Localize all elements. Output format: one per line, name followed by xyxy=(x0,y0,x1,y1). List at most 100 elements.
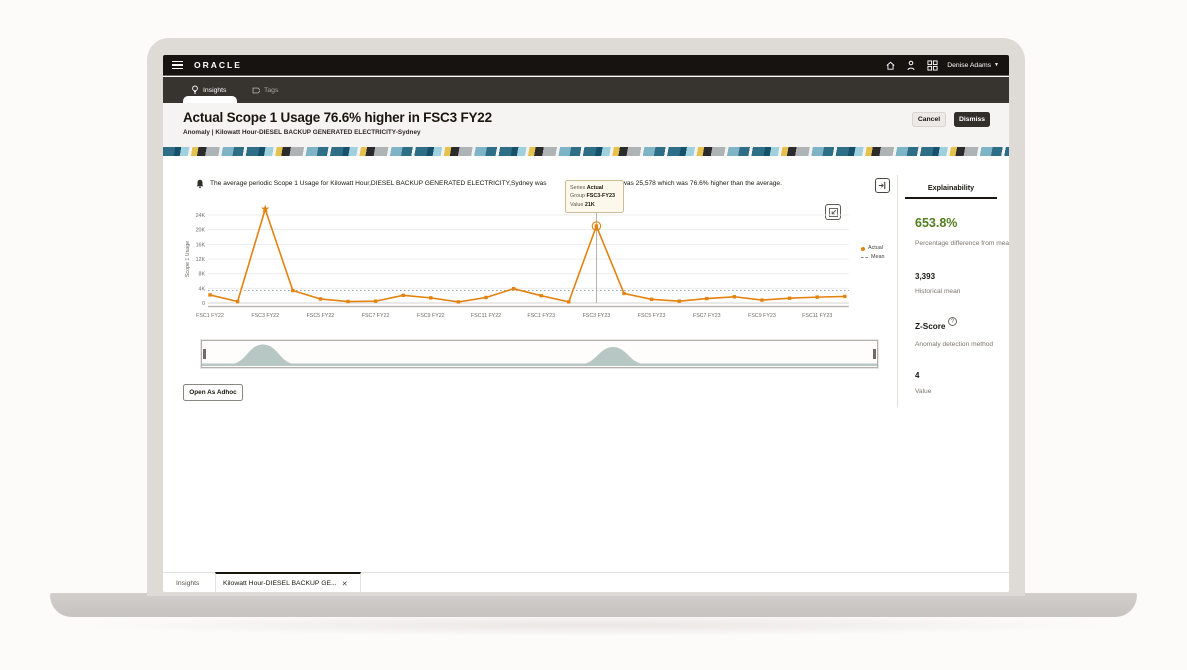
appnav-icon[interactable] xyxy=(926,59,938,71)
x-tick-label: FSC7 FY22 xyxy=(362,313,390,319)
footer-tab-insights[interactable]: Insights xyxy=(172,573,203,592)
data-point-marker[interactable] xyxy=(705,297,708,300)
metric-percentage-diff: 653.8% xyxy=(915,216,957,230)
legend-mean-marker xyxy=(861,257,868,258)
y-tick-label: 24K xyxy=(196,213,206,219)
data-point-marker[interactable] xyxy=(540,294,543,297)
data-point-marker[interactable] xyxy=(567,300,570,303)
menu-icon[interactable] xyxy=(172,61,183,69)
open-as-adhoc-button[interactable]: Open As Adhoc xyxy=(183,384,243,401)
legend-actual-label: Actual xyxy=(868,244,883,253)
legend-item-actual[interactable]: Actual xyxy=(861,244,885,253)
user-name: Denise Adams xyxy=(947,62,991,69)
footer-tab-active-label: Kilowatt Hour-DIESEL BACKUP GE... xyxy=(223,580,337,587)
laptop-shadow xyxy=(70,614,1117,636)
x-tick-label: FSC1 FY22 xyxy=(196,313,224,319)
footer-tab-active[interactable]: Kilowatt Hour-DIESEL BACKUP GE... ✕ xyxy=(215,572,361,592)
decorative-banner xyxy=(163,147,1009,156)
y-tick-label: 16K xyxy=(196,242,206,248)
x-tick-label: FSC3 FY22 xyxy=(251,313,279,319)
data-point-marker[interactable] xyxy=(457,300,460,303)
laptop-bezel: ORACLE Denise Adams ▼ xyxy=(147,38,1025,596)
x-tick-label: FSC9 FY23 xyxy=(748,313,776,319)
data-point-marker[interactable] xyxy=(650,298,653,301)
data-point-marker[interactable] xyxy=(788,297,791,300)
metric-value-label: Value xyxy=(915,388,931,395)
tab-insights[interactable]: Insights xyxy=(191,77,226,103)
assistant-icon[interactable] xyxy=(905,59,917,71)
top-app-bar: ORACLE Denise Adams ▼ xyxy=(163,55,1009,76)
insight-header: Actual Scope 1 Usage 76.6% higher in FSC… xyxy=(163,103,1009,147)
chart-tooltip: Series Actual Group FSC3-FY23 Value 21K xyxy=(565,180,624,213)
cancel-button[interactable]: Cancel xyxy=(912,112,946,127)
tab-tags-label: Tags xyxy=(264,87,278,94)
app-screen: ORACLE Denise Adams ▼ xyxy=(163,55,1009,592)
data-point-marker[interactable] xyxy=(816,295,819,298)
data-point-marker[interactable] xyxy=(291,289,294,292)
help-icon[interactable]: ? xyxy=(948,317,957,326)
data-point-marker[interactable] xyxy=(374,299,377,302)
tab-explainability[interactable]: Explainability xyxy=(905,183,997,192)
slider-handle-left[interactable] xyxy=(203,349,206,359)
y-tick-label: 20K xyxy=(196,228,206,234)
slider-handle-right[interactable] xyxy=(873,349,876,359)
description-right: Y22 was 25,578 which was 76.6% higher th… xyxy=(609,180,782,187)
tab-tags[interactable]: Tags xyxy=(251,77,278,103)
time-range-slider[interactable] xyxy=(201,340,878,368)
data-point-marker[interactable] xyxy=(678,299,681,302)
main-content: The average periodic Scope 1 Usage for K… xyxy=(163,156,1009,572)
x-tick-label: FSC7 FY23 xyxy=(693,313,721,319)
nav-tab-bar: Insights Tags xyxy=(163,77,1009,103)
data-point-marker[interactable] xyxy=(346,300,349,303)
tooltip-group-label: Group xyxy=(570,193,585,199)
tags-icon xyxy=(251,86,260,95)
data-point-marker[interactable] xyxy=(429,296,432,299)
x-tick-label: FSC5 FY23 xyxy=(638,313,666,319)
slider-overview-shape xyxy=(202,341,877,367)
y-axis-title: Scope 1 Usage xyxy=(185,241,191,277)
data-point-marker[interactable] xyxy=(760,298,763,301)
metric-historical-mean: 3,393 xyxy=(915,272,935,281)
data-point-marker[interactable] xyxy=(843,295,846,298)
x-tick-label: FSC9 FY22 xyxy=(417,313,445,319)
y-tick-label: 4K xyxy=(199,286,206,292)
dismiss-button[interactable]: Dismiss xyxy=(954,112,990,127)
legend-item-mean[interactable]: Mean xyxy=(861,253,885,262)
data-point-marker[interactable] xyxy=(622,292,625,295)
anomaly-star-marker[interactable]: ★ xyxy=(260,204,270,216)
y-tick-label: 8K xyxy=(199,272,206,278)
metric-percentage-diff-label: Percentage difference from mean xyxy=(915,240,1009,247)
chart-legend: Actual Mean xyxy=(861,244,885,262)
panel-divider xyxy=(897,175,898,407)
explainability-tab-underline xyxy=(905,197,997,199)
user-menu[interactable]: Denise Adams ▼ xyxy=(947,62,999,69)
y-tick-label: 0 xyxy=(202,301,205,307)
x-tick-label: FSC5 FY22 xyxy=(307,313,335,319)
laptop-base xyxy=(50,593,1137,617)
usage-chart[interactable]: 0 4K 8K 12K 16K 20K 24K Scope 1 Usage ★ FSC1 FY22… xyxy=(163,195,853,325)
y-tick-label: 12K xyxy=(196,257,206,263)
description-left: The average periodic Scope 1 Usage for K… xyxy=(210,180,547,187)
tooltip-series-label: Series xyxy=(570,185,585,191)
data-point-marker[interactable] xyxy=(595,224,598,227)
data-point-marker[interactable] xyxy=(402,294,405,297)
oracle-logo: ORACLE xyxy=(194,60,242,70)
data-point-marker[interactable] xyxy=(733,295,736,298)
footer-tab-bar: Insights Kilowatt Hour-DIESEL BACKUP GE.… xyxy=(163,572,1009,592)
insight-description: The average periodic Scope 1 Usage for K… xyxy=(196,180,856,189)
data-point-marker[interactable] xyxy=(484,296,487,299)
close-icon[interactable]: ✕ xyxy=(342,580,348,588)
page-title: Actual Scope 1 Usage 76.6% higher in FSC… xyxy=(183,110,492,125)
panel-toggle-icon[interactable] xyxy=(875,178,890,193)
metric-zscore: Z-Score xyxy=(915,322,945,331)
metric-historical-mean-label: Historical mean xyxy=(915,288,960,295)
insights-icon xyxy=(191,85,199,95)
data-point-marker[interactable] xyxy=(319,297,322,300)
home-icon[interactable] xyxy=(884,59,896,71)
caret-down-icon: ▼ xyxy=(994,62,999,68)
page-background: ORACLE Denise Adams ▼ xyxy=(0,0,1187,670)
data-point-marker[interactable] xyxy=(512,287,515,290)
data-point-marker[interactable] xyxy=(236,300,239,303)
anomaly-bell-icon xyxy=(196,179,204,189)
data-point-marker[interactable] xyxy=(208,293,211,296)
